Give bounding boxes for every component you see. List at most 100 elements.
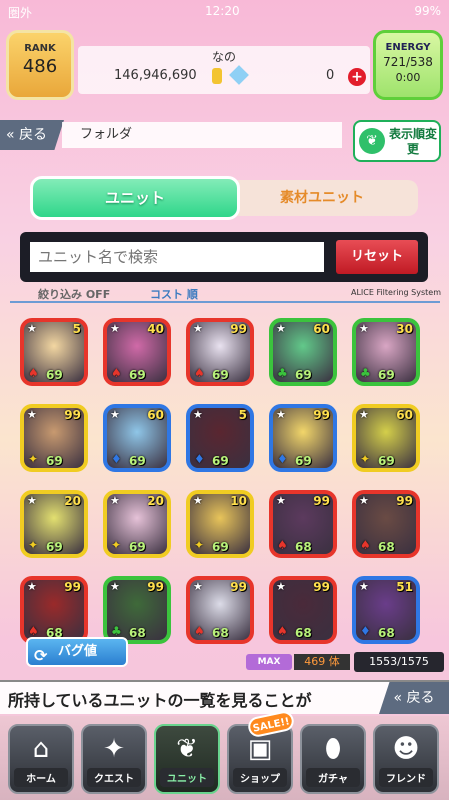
rarity-star-icon: ★ xyxy=(359,322,369,335)
unit-card[interactable]: ★ 99 ♠ 68 xyxy=(269,490,337,558)
rarity-star-icon: ★ xyxy=(359,408,369,421)
rarity-star-icon: ★ xyxy=(276,408,286,421)
unit-card[interactable]: ★ 30 ♣ 69 xyxy=(352,318,420,386)
unit-cost: 69 xyxy=(295,454,312,468)
unit-rabbit-icon: ❦ xyxy=(176,734,198,764)
carrier-label: 圏外 xyxy=(8,6,33,20)
unit-card[interactable]: ★ 60 ✦ 69 xyxy=(352,404,420,472)
unit-level: 10 xyxy=(230,494,247,508)
unit-card[interactable]: ★ 20 ✦ 69 xyxy=(20,490,88,558)
unit-card[interactable]: ★ 40 ♠ 69 xyxy=(103,318,171,386)
home-icon: ⌂ xyxy=(32,734,50,764)
bug-value-button[interactable]: ⟳ バグ値 xyxy=(26,637,128,667)
bug-value-label: バグ値 xyxy=(58,644,98,659)
unit-card[interactable]: ★ 99 ✦ 69 xyxy=(20,404,88,472)
element-fire-icon: ♠ xyxy=(277,624,288,638)
max-count: 469 体 xyxy=(294,654,350,670)
unit-card[interactable]: ★ 99 ♦ 69 xyxy=(269,404,337,472)
refresh-icon: ⟳ xyxy=(34,646,48,665)
unit-level: 20 xyxy=(64,494,81,508)
unit-level: 99 xyxy=(396,494,413,508)
unit-cost: 69 xyxy=(212,454,229,468)
unit-level: 40 xyxy=(147,322,164,336)
unit-search-input[interactable] xyxy=(30,242,324,272)
unit-card[interactable]: ★ 5 ♠ 69 xyxy=(20,318,88,386)
sort-mode-toggle[interactable]: コスト 順 xyxy=(150,286,198,302)
tab-material-unit[interactable]: 素材ユニット xyxy=(226,180,418,216)
buy-gems-button[interactable]: + xyxy=(348,68,366,86)
nav-label: ユニット xyxy=(160,768,214,787)
element-water-icon: ♦ xyxy=(111,452,122,466)
unit-cost: 68 xyxy=(212,626,229,640)
unit-card[interactable]: ★ 20 ✦ 69 xyxy=(103,490,171,558)
element-light-icon: ✦ xyxy=(111,538,122,552)
player-info-bar: なの 146,946,690 0 + xyxy=(78,46,370,94)
unit-level: 51 xyxy=(396,580,413,594)
nav-home[interactable]: ⌂ ホーム xyxy=(8,724,74,794)
unit-card[interactable]: ★ 51 ♦ 68 xyxy=(352,576,420,644)
status-bar: 圏外 12:20 99% xyxy=(0,0,449,22)
rarity-star-icon: ★ xyxy=(193,322,203,335)
unit-tabs: 素材ユニット ユニット xyxy=(30,176,418,220)
rank-value: 486 xyxy=(22,56,58,77)
rank-label: RANK xyxy=(24,43,56,54)
unit-level: 99 xyxy=(230,322,247,336)
element-water-icon: ♦ xyxy=(194,452,205,466)
element-light-icon: ✦ xyxy=(28,452,39,466)
unit-card[interactable]: ★ 99 ♠ 69 xyxy=(186,318,254,386)
player-name: なの xyxy=(211,50,236,64)
clock: 12:20 xyxy=(205,4,240,18)
bottom-nav: ⌂ ホーム ✦ クエスト ❦ ユニット ▣ ショップ ⬮ ガチャ ☻ フレンド xyxy=(0,716,449,800)
rarity-star-icon: ★ xyxy=(193,494,203,507)
nav-gacha-egg[interactable]: ⬮ ガチャ xyxy=(300,724,366,794)
unit-card[interactable]: ★ 99 ♠ 68 xyxy=(186,576,254,644)
nav-friends[interactable]: ☻ フレンド xyxy=(373,724,439,794)
gold-coin-icon xyxy=(212,68,222,84)
nav-label: ガチャ xyxy=(306,768,360,787)
element-fire-icon: ♠ xyxy=(360,538,371,552)
folder-row: « 戻る フォルダ ❦ 表示順変更 xyxy=(0,120,449,162)
unit-cost: 69 xyxy=(46,454,63,468)
rarity-star-icon: ★ xyxy=(276,494,286,507)
unit-level: 60 xyxy=(313,322,330,336)
max-badge: MAX xyxy=(246,654,292,670)
unit-count-row: MAX 469 体 1553/1575 xyxy=(246,652,444,672)
quest-icon: ✦ xyxy=(103,734,125,764)
filter-row: 絞り込み OFF コスト 順 ALICE Filtering System xyxy=(0,285,449,303)
element-fire-icon: ♠ xyxy=(194,366,205,380)
rarity-star-icon: ★ xyxy=(110,322,120,335)
rarity-star-icon: ★ xyxy=(276,580,286,593)
rarity-star-icon: ★ xyxy=(110,580,120,593)
nav-quest[interactable]: ✦ クエスト xyxy=(81,724,147,794)
nav-unit-rabbit[interactable]: ❦ ユニット xyxy=(154,724,220,794)
rarity-star-icon: ★ xyxy=(359,494,369,507)
unit-card[interactable]: ★ 99 ♣ 68 xyxy=(103,576,171,644)
unit-level: 5 xyxy=(238,408,247,422)
unit-cost: 69 xyxy=(378,368,395,382)
coin-count: 146,946,690 xyxy=(114,68,197,83)
unit-total: 1553/1575 xyxy=(354,652,444,672)
unit-card[interactable]: ★ 5 ♦ 69 xyxy=(186,404,254,472)
refine-toggle[interactable]: 絞り込み OFF xyxy=(38,286,110,302)
unit-card[interactable]: ★ 99 ♠ 68 xyxy=(269,576,337,644)
unit-card[interactable]: ★ 10 ✦ 69 xyxy=(186,490,254,558)
sort-order-button[interactable]: ❦ 表示順変更 xyxy=(353,120,441,162)
tab-unit[interactable]: ユニット xyxy=(30,176,240,220)
unit-level: 60 xyxy=(396,408,413,422)
energy-box: ENERGY 721/538 0:00 xyxy=(373,30,443,100)
unit-card[interactable]: ★ 60 ♦ 69 xyxy=(103,404,171,472)
back-button[interactable]: « 戻る xyxy=(0,120,64,150)
unit-card[interactable]: ★ 60 ♣ 69 xyxy=(269,318,337,386)
unit-card[interactable]: ★ 99 ♠ 68 xyxy=(352,490,420,558)
battery-level: 99% xyxy=(414,4,441,18)
rarity-star-icon: ★ xyxy=(276,322,286,335)
unit-level: 99 xyxy=(313,494,330,508)
gem-count: 0 xyxy=(326,68,335,83)
gem-icon xyxy=(229,65,249,85)
player-header: RANK 486 なの 146,946,690 0 + ENERGY 721/5… xyxy=(6,30,443,102)
message-back-button[interactable]: « 戻る xyxy=(379,682,449,714)
unit-card[interactable]: ★ 99 ♠ 68 xyxy=(20,576,88,644)
reset-button[interactable]: リセット xyxy=(336,240,418,274)
energy-timer: 0:00 xyxy=(395,71,421,84)
filter-system-label: ALICE Filtering System xyxy=(350,288,441,297)
